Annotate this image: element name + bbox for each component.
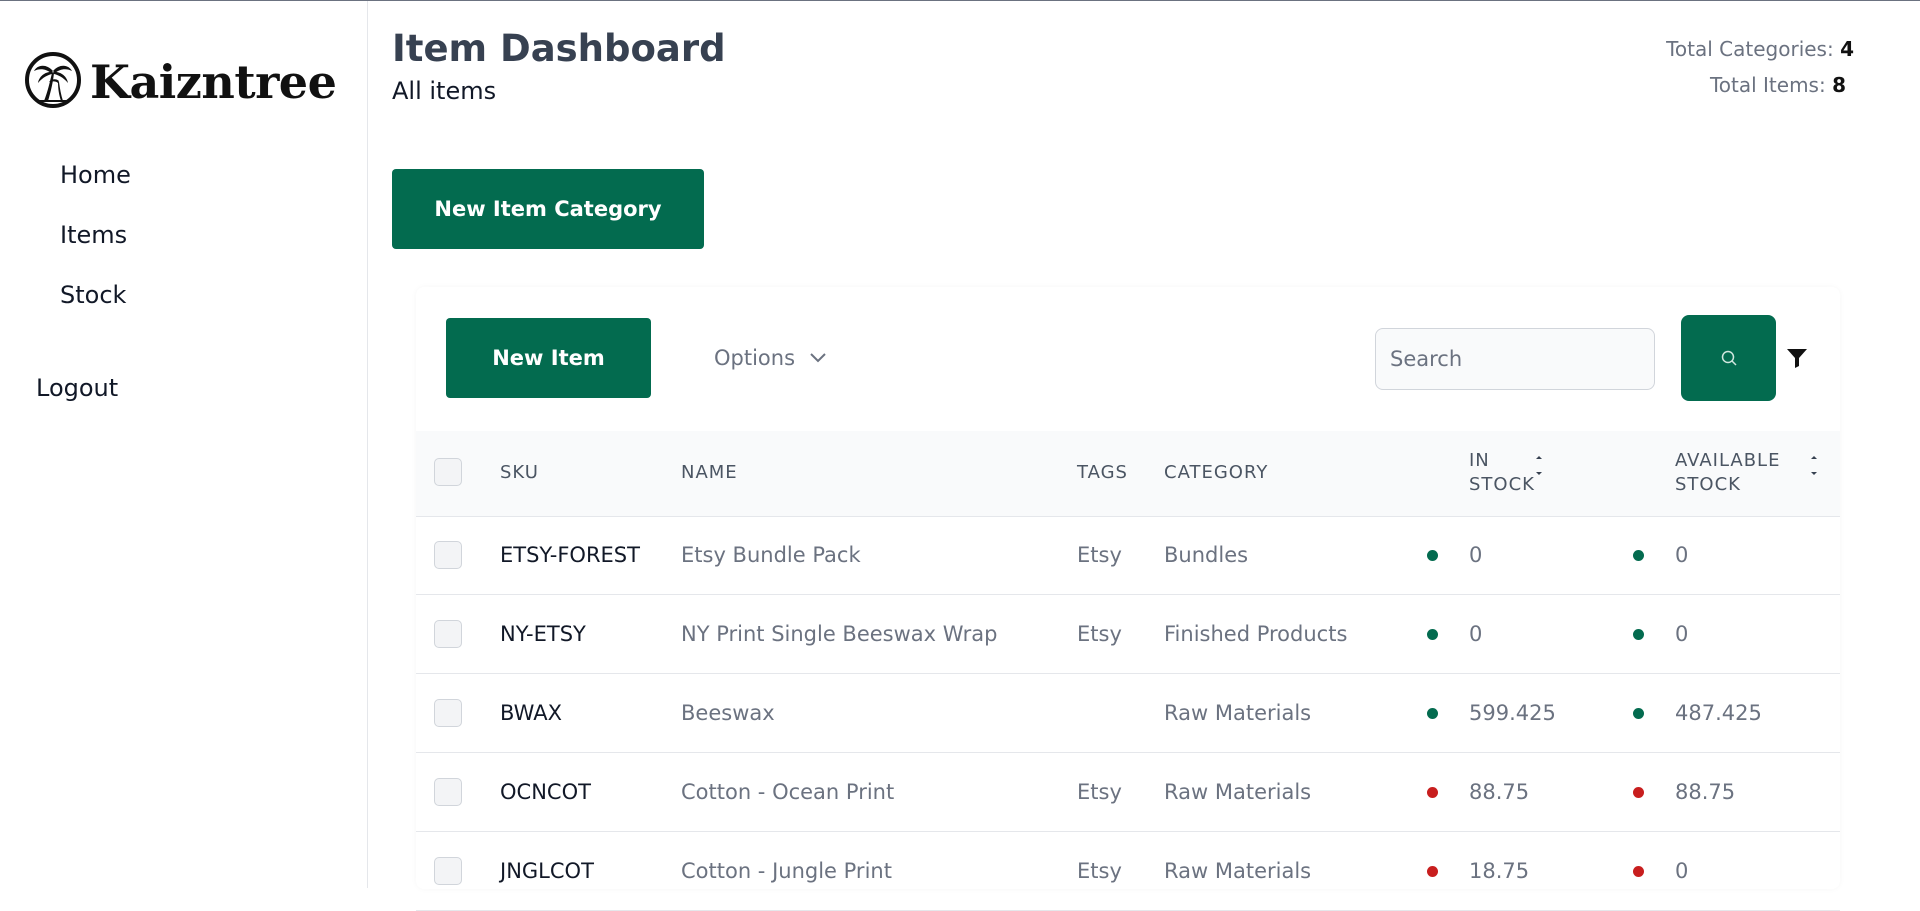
- column-header-name[interactable]: NAME: [681, 461, 738, 485]
- cell-name: Cotton - Jungle Print: [681, 859, 892, 883]
- page-title: Item Dashboard: [392, 27, 726, 70]
- cell-available-stock: 88.75: [1675, 780, 1736, 804]
- in-stock-header-line2: STOCK: [1469, 474, 1535, 495]
- cell-name: Beeswax: [681, 701, 775, 725]
- cell-available-stock: 0: [1675, 859, 1689, 883]
- row-checkbox[interactable]: [434, 778, 462, 806]
- column-header-category[interactable]: CATEGORY: [1164, 461, 1268, 485]
- column-header-available-stock[interactable]: AVAILABLE STOCK: [1675, 449, 1780, 497]
- table-row[interactable]: BWAX Beeswax Raw Materials 599.425 487.4…: [416, 674, 1840, 753]
- cell-tags: Etsy: [1077, 543, 1122, 567]
- search-icon: [1720, 349, 1738, 367]
- available-status-dot: [1633, 550, 1644, 561]
- cell-in-stock: 88.75: [1469, 780, 1530, 804]
- cell-sku[interactable]: OCNCOT: [500, 753, 591, 831]
- cell-in-stock: 0: [1469, 543, 1483, 567]
- total-categories-value: 4: [1840, 37, 1854, 61]
- available-status-dot: [1633, 629, 1644, 640]
- logo-text: Kaizntree: [90, 55, 337, 109]
- cell-in-stock: 18.75: [1469, 859, 1530, 883]
- sort-icon[interactable]: [1534, 453, 1544, 483]
- table-row[interactable]: ETSY-FOREST Etsy Bundle Pack Etsy Bundle…: [416, 516, 1840, 595]
- in-stock-status-dot: [1427, 629, 1438, 640]
- in-stock-status-dot: [1427, 708, 1438, 719]
- cell-sku[interactable]: JNGLCOT: [500, 832, 594, 910]
- table-row[interactable]: NY-ETSY NY Print Single Beeswax Wrap Ets…: [416, 595, 1840, 674]
- row-checkbox[interactable]: [434, 541, 462, 569]
- cell-category: Bundles: [1164, 543, 1249, 567]
- new-item-category-button[interactable]: New Item Category: [392, 169, 704, 249]
- search-input[interactable]: [1375, 328, 1655, 390]
- cell-tags: Etsy: [1077, 859, 1122, 883]
- in-stock-header-line1: IN: [1469, 450, 1490, 471]
- cell-category: Raw Materials: [1164, 701, 1312, 725]
- sidebar: Kaizntree Home Items Stock Logout: [0, 1, 368, 888]
- cell-tags: Etsy: [1077, 622, 1122, 646]
- sort-icon[interactable]: [1809, 453, 1819, 483]
- cell-sku[interactable]: BWAX: [500, 674, 562, 752]
- cell-available-stock: 487.425: [1675, 701, 1762, 725]
- available-header-line1: AVAILABLE: [1675, 450, 1781, 471]
- available-status-dot: [1633, 708, 1644, 719]
- logout-link[interactable]: Logout: [36, 374, 118, 402]
- column-header-tags[interactable]: TAGS: [1077, 461, 1128, 485]
- cell-in-stock: 599.425: [1469, 701, 1556, 725]
- options-dropdown[interactable]: Options: [714, 346, 827, 370]
- options-label: Options: [714, 346, 796, 370]
- page-subtitle: All items: [392, 77, 497, 105]
- chevron-down-icon: [809, 352, 827, 364]
- search-button[interactable]: [1681, 315, 1776, 401]
- available-header-line2: STOCK: [1675, 474, 1741, 495]
- total-items-value: 8: [1832, 73, 1846, 97]
- in-stock-status-dot: [1427, 787, 1438, 798]
- table-header: SKU NAME TAGS CATEGORY IN STOCK AVAILABL…: [416, 431, 1840, 517]
- cell-in-stock: 0: [1469, 622, 1483, 646]
- total-categories-label: Total Categories:: [1666, 37, 1834, 61]
- filter-icon[interactable]: [1786, 347, 1808, 373]
- column-header-in-stock[interactable]: IN STOCK: [1469, 449, 1535, 497]
- row-checkbox[interactable]: [434, 699, 462, 727]
- new-item-button[interactable]: New Item: [446, 318, 651, 398]
- row-checkbox[interactable]: [434, 620, 462, 648]
- cell-category: Raw Materials: [1164, 859, 1312, 883]
- total-items-label: Total Items:: [1709, 73, 1826, 97]
- main-content: Item Dashboard All items Total Categorie…: [368, 1, 1896, 911]
- in-stock-status-dot: [1427, 866, 1438, 877]
- in-stock-status-dot: [1427, 550, 1438, 561]
- sidebar-item-items[interactable]: Items: [60, 221, 127, 249]
- cell-sku[interactable]: ETSY-FOREST: [500, 516, 640, 594]
- totals-summary: Total Categories: 4 Total Items: 8: [1666, 31, 1854, 103]
- available-status-dot: [1633, 787, 1644, 798]
- cell-name: Etsy Bundle Pack: [681, 543, 861, 567]
- select-all-checkbox[interactable]: [434, 458, 462, 486]
- column-header-sku[interactable]: SKU: [500, 461, 539, 485]
- logo[interactable]: Kaizntree: [24, 51, 337, 113]
- sidebar-item-home[interactable]: Home: [60, 161, 131, 189]
- total-items: Total Items: 8: [1666, 67, 1846, 103]
- cell-available-stock: 0: [1675, 622, 1689, 646]
- table-row[interactable]: OCNCOT Cotton - Ocean Print Etsy Raw Mat…: [416, 753, 1840, 832]
- cell-tags: Etsy: [1077, 780, 1122, 804]
- cell-category: Finished Products: [1164, 622, 1348, 646]
- total-categories: Total Categories: 4: [1666, 31, 1854, 67]
- sidebar-item-stock[interactable]: Stock: [60, 281, 126, 309]
- cell-sku[interactable]: NY-ETSY: [500, 595, 586, 673]
- cell-name: Cotton - Ocean Print: [681, 780, 895, 804]
- cell-available-stock: 0: [1675, 543, 1689, 567]
- cell-category: Raw Materials: [1164, 780, 1312, 804]
- cell-name: NY Print Single Beeswax Wrap: [681, 622, 998, 646]
- available-status-dot: [1633, 866, 1644, 877]
- row-checkbox[interactable]: [434, 857, 462, 885]
- table-row[interactable]: JNGLCOT Cotton - Jungle Print Etsy Raw M…: [416, 832, 1840, 911]
- palm-tree-logo-icon: [24, 51, 82, 113]
